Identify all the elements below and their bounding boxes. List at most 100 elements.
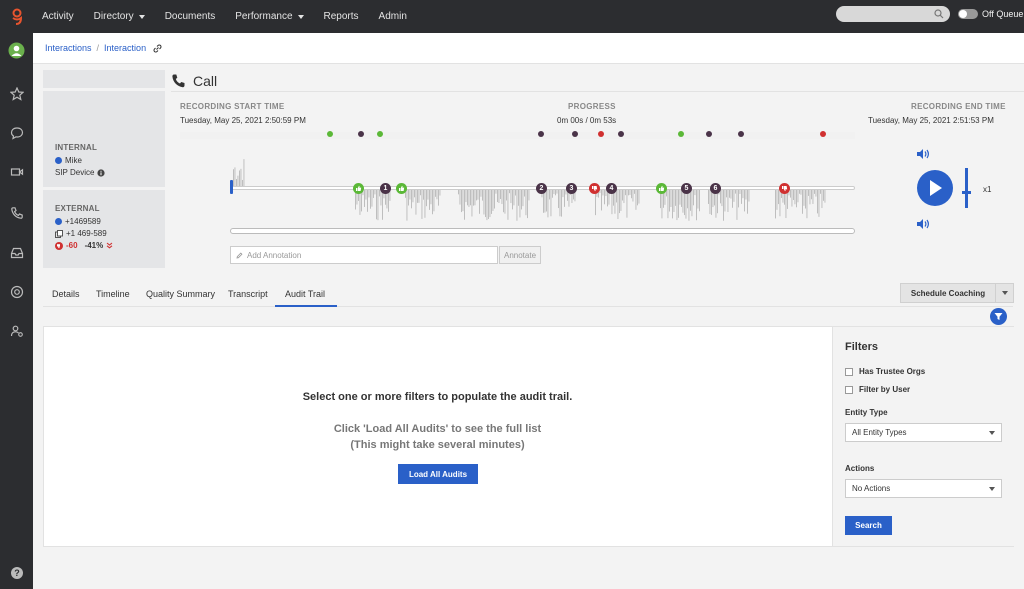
actions-select[interactable]: No Actions [845,479,1002,498]
svg-text:?: ? [14,568,20,578]
neutral-marker[interactable] [358,131,364,137]
filter-toggle-button[interactable] [990,308,1007,325]
tab-transcript[interactable]: Transcript [228,289,268,299]
waveform-bar [510,190,512,204]
star-icon[interactable] [8,85,25,102]
waveform-bar [519,190,521,218]
tab-quality-summary[interactable]: Quality Summary [146,289,215,299]
positive-marker[interactable] [678,131,684,137]
entity-type-select[interactable]: All Entity Types [845,423,1002,442]
waveform-bar [808,190,809,196]
participant-header [43,70,165,88]
thumbs-up-marker[interactable] [656,183,667,194]
breadcrumb-separator: / [96,43,100,53]
waveform-bar [775,190,776,219]
neutral-marker[interactable] [572,131,578,137]
neutral-marker[interactable] [706,131,712,137]
waveform-bar [459,190,461,205]
tab-details[interactable]: Details [52,289,80,299]
nav-activity[interactable]: Activity [42,11,74,22]
volume-icon[interactable] [917,219,930,229]
has-trustee-orgs-checkbox[interactable] [845,367,853,376]
negative-marker[interactable] [820,131,826,137]
speed-slider[interactable] [965,168,968,208]
neutral-marker[interactable] [538,131,544,137]
annotation-marker[interactable]: 3 [566,183,577,194]
waveform-bar [240,168,242,186]
search-input[interactable] [836,6,950,22]
playhead-handle[interactable] [230,180,233,194]
avatar[interactable] [8,42,25,59]
filter-by-user-checkbox[interactable] [845,385,853,394]
annotation-marker[interactable]: 6 [710,183,721,194]
queue-status-label: Off Queue [982,9,1024,19]
positive-marker[interactable] [327,131,333,137]
load-all-audits-button[interactable]: Load All Audits [398,464,478,484]
event-marker-bar[interactable] [180,131,855,139]
waveform-bar [622,190,623,201]
nav-directory[interactable]: Directory [94,11,145,22]
neutral-marker[interactable] [738,131,744,137]
annotation-input[interactable]: Add Annotation [230,246,498,264]
annotation-marker[interactable]: 5 [681,183,692,194]
phone-icon[interactable] [8,204,25,221]
waveform-bar [634,190,635,194]
speed-slider-handle[interactable] [962,191,971,194]
waveform-bar [406,190,408,221]
positive-marker[interactable] [377,131,383,137]
waveform-bar [676,190,678,221]
breadcrumb-interaction[interactable]: Interaction [104,43,146,53]
neutral-marker[interactable] [618,131,624,137]
video-icon[interactable] [8,163,25,180]
chevron-down-icon [297,14,304,19]
info-icon[interactable] [97,168,106,177]
has-trustee-orgs-row[interactable]: Has Trustee Orgs [845,367,1002,376]
thumbs-up-marker[interactable] [353,183,364,194]
timeline-scrollbar[interactable] [230,228,855,234]
thumbs-down-marker[interactable] [589,183,600,194]
call-header: Call [172,73,217,89]
waveform-bar [729,190,730,198]
external-alt-number-row: +1 469-589 [55,229,165,238]
user-settings-icon[interactable] [8,322,25,339]
help-icon[interactable]: ? [8,564,25,581]
copy-icon[interactable] [55,229,63,238]
chat-icon[interactable] [8,124,25,141]
nav-reports[interactable]: Reports [324,11,359,22]
link-icon[interactable] [153,43,162,53]
pencil-icon [236,252,243,259]
annotate-button[interactable]: Annotate [499,246,541,264]
nav-documents[interactable]: Documents [165,11,216,22]
tab-audit-trail[interactable]: Audit Trail [285,289,325,299]
waveform-bar [806,190,808,219]
waveform-bar [711,190,712,215]
inbox-icon[interactable] [8,244,25,261]
search-button[interactable]: Search [845,516,892,535]
waveform-bar [619,190,620,214]
schedule-coaching-button[interactable]: Schedule Coaching [900,283,996,303]
waveform-bar [559,190,561,217]
filter-by-user-row[interactable]: Filter by User [845,385,1002,394]
thumbs-up-marker[interactable] [396,183,407,194]
annotation-placeholder: Add Annotation [247,250,302,260]
nav-admin[interactable]: Admin [379,11,407,22]
annotation-marker[interactable]: 1 [380,183,391,194]
audit-trail-panel: Select one or more filters to populate t… [43,326,1014,547]
waveform-bar [430,190,432,205]
nav-performance[interactable]: Performance [235,11,304,22]
thumbs-down-marker[interactable] [779,183,790,194]
tab-timeline[interactable]: Timeline [96,289,130,299]
waveform-bar [690,190,691,211]
breadcrumb-interactions[interactable]: Interactions [45,43,92,53]
play-button[interactable] [917,170,953,206]
waveform-bar [376,190,377,220]
negative-marker[interactable] [598,131,604,137]
coaching-dropdown-button[interactable] [995,283,1014,303]
annotation-marker[interactable]: 2 [536,183,547,194]
support-icon[interactable] [8,283,25,300]
volume-icon[interactable] [917,149,930,159]
annotation-marker[interactable]: 4 [606,183,617,194]
recording-start-label: RECORDING START TIME [180,102,285,111]
queue-toggle[interactable] [958,9,978,19]
genesys-logo-icon[interactable] [0,0,33,33]
